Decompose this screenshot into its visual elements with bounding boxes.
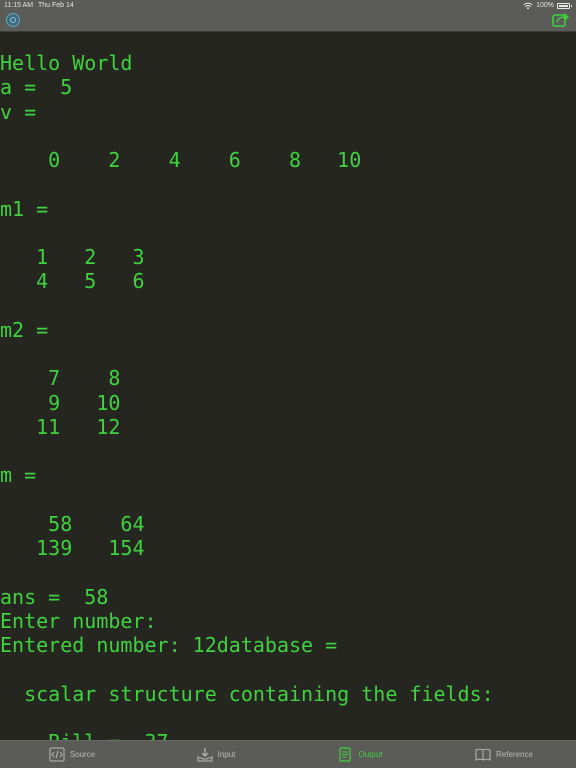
console-line: 9 10 (0, 390, 121, 415)
output-document-icon (339, 747, 352, 762)
console-line: 7 8 (0, 366, 121, 391)
tab-bar: Source Input Output Reference (0, 740, 576, 768)
tab-label-source: Source (69, 750, 96, 759)
console-line: scalar structure containing the fields: (0, 681, 494, 706)
nav-bar (0, 11, 576, 32)
status-right-group: 100% (523, 0, 572, 11)
share-icon[interactable] (552, 12, 570, 28)
book-icon (475, 748, 491, 761)
tab-label-reference: Reference (496, 750, 533, 759)
console-line: Bill = 37 (0, 730, 576, 740)
status-date: Thu Feb 14 (38, 2, 74, 9)
battery-percent: 100% (536, 2, 554, 9)
status-time: 11:15 AM (4, 2, 34, 9)
tab-reference[interactable]: Reference (432, 741, 576, 768)
console-line: 58 64 (0, 511, 145, 536)
console-line: 0 2 4 6 8 10 (0, 148, 362, 172)
console-line: 11 12 (0, 414, 121, 439)
battery-icon (557, 2, 572, 9)
console-line: m = (0, 463, 37, 488)
console-line: Hello World (0, 51, 133, 75)
tab-label-output: Output (358, 750, 383, 759)
tab-input[interactable]: Input (144, 741, 288, 768)
console-line: a = 5 (0, 75, 73, 100)
console-output[interactable]: Hello World a = 5v = 0 2 4 6 8 10 m1 = 1 2… (0, 51, 576, 740)
console-line: v = (0, 99, 37, 124)
console-line: Entered number: 12database = (0, 633, 338, 657)
input-tray-icon (197, 748, 213, 762)
console-line: Enter number: (0, 608, 157, 633)
console-line: 139 154 (0, 536, 145, 560)
wifi-icon (523, 2, 533, 9)
console-line: m1 = (0, 196, 49, 221)
code-icon (49, 747, 65, 762)
console-line: 1 2 3 (0, 245, 145, 269)
tab-label-input: Input (217, 750, 236, 759)
console-line: ans = 58 (0, 584, 109, 609)
app-screen: 11:15 AM Thu Feb 14 100% Hello World a = … (0, 0, 576, 768)
tab-output[interactable]: Output (288, 741, 432, 768)
settings-icon[interactable] (6, 13, 20, 27)
console-line: 4 5 6 (0, 269, 145, 294)
console-line: m2 = (0, 317, 49, 342)
status-bar: 11:15 AM Thu Feb 14 100% (0, 0, 576, 11)
tab-source[interactable]: Source (0, 741, 144, 768)
